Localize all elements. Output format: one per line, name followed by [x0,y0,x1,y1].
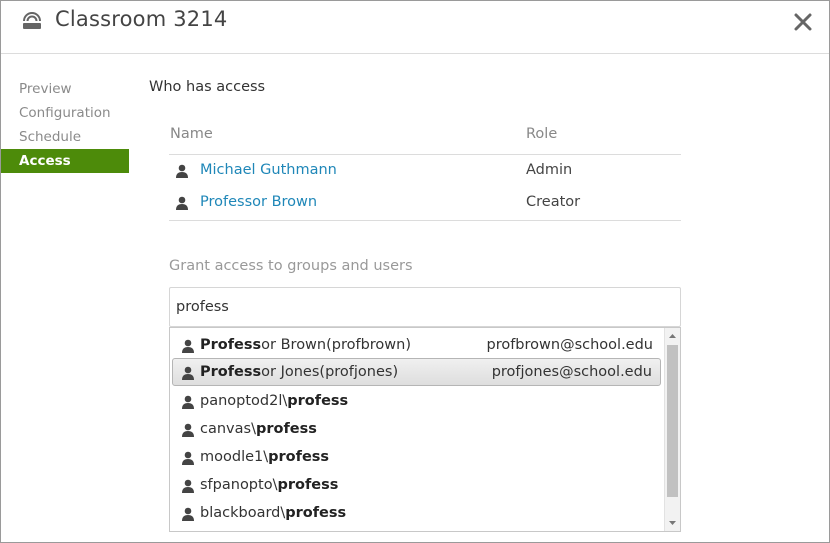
suggestion-name: moodle1\profess [200,449,330,465]
scroll-up-arrow-icon[interactable] [665,328,680,344]
grant-access-label: Grant access to groups and users [169,258,413,274]
suggestion-email: profbrown@school.edu [486,337,653,353]
suggestion-list: Professor Brown(profbrown) profbrown@sch… [169,327,681,532]
user-icon [176,164,188,178]
scrollbar-thumb[interactable] [667,345,678,497]
table-row: Michael Guthmann Admin [169,155,681,187]
suggestion-email: profjones@school.edu [491,364,652,380]
dialog-title: Classroom 3214 [55,7,228,31]
suggestion-name: Professor Jones(profjones) [200,364,399,380]
suggestion-scrollbar[interactable] [664,328,680,531]
column-header-name: Name [170,126,213,142]
user-icon [176,196,188,210]
user-link[interactable]: Michael Guthmann [200,162,337,178]
user-icon [182,423,194,437]
sidebar-item-preview[interactable]: Preview [1,77,129,101]
access-table: Name Role Michael Guthmann Admin Profess… [169,119,681,221]
suggestion-name: Professor Brown(profbrown) [200,337,412,353]
user-icon [182,395,194,409]
user-role: Creator [526,194,581,210]
suggestion-item[interactable]: Professor Brown(profbrown) profbrown@sch… [172,331,661,359]
scroll-down-arrow-icon[interactable] [665,515,680,531]
user-icon [182,339,194,353]
user-icon [182,479,194,493]
sidebar-item-access[interactable]: Access [1,149,129,173]
remote-recorder-icon [23,12,41,29]
suggestion-item[interactable]: blackboard\profess [172,499,661,527]
sidebar-item-configuration[interactable]: Configuration [1,101,129,125]
suggestion-item[interactable]: canvas\profess [172,415,661,443]
table-header: Name Role [169,119,681,155]
column-header-role: Role [526,126,558,142]
suggestion-name: panoptod2l\profess [200,393,349,409]
table-row: Professor Brown Creator [169,187,681,221]
suggestion-name: sfpanopto\profess [200,477,339,493]
user-icon [182,451,194,465]
suggestion-name: blackboard\profess [200,505,347,521]
grant-search-input[interactable] [169,287,681,327]
suggestion-item-highlighted[interactable]: Professor Jones(profjones) profjones@sch… [172,358,661,386]
user-role: Admin [526,162,573,178]
user-icon [182,507,194,521]
suggestion-name: canvas\profess [200,421,317,437]
close-icon[interactable] [792,11,814,33]
suggestion-item[interactable]: moodle1\profess [172,443,661,471]
suggestion-item[interactable]: sfpanopto\profess [172,471,661,499]
dialog-header: Classroom 3214 [1,1,829,54]
user-icon [182,366,194,380]
suggestion-item[interactable]: panoptod2l\profess [172,387,661,415]
sidebar-item-schedule[interactable]: Schedule [1,125,129,149]
sidebar-nav: Preview Configuration Schedule Access [1,77,129,173]
section-title: Who has access [149,79,266,95]
access-dialog: Classroom 3214 Preview Configuration Sch… [0,0,830,543]
user-link[interactable]: Professor Brown [200,194,317,210]
